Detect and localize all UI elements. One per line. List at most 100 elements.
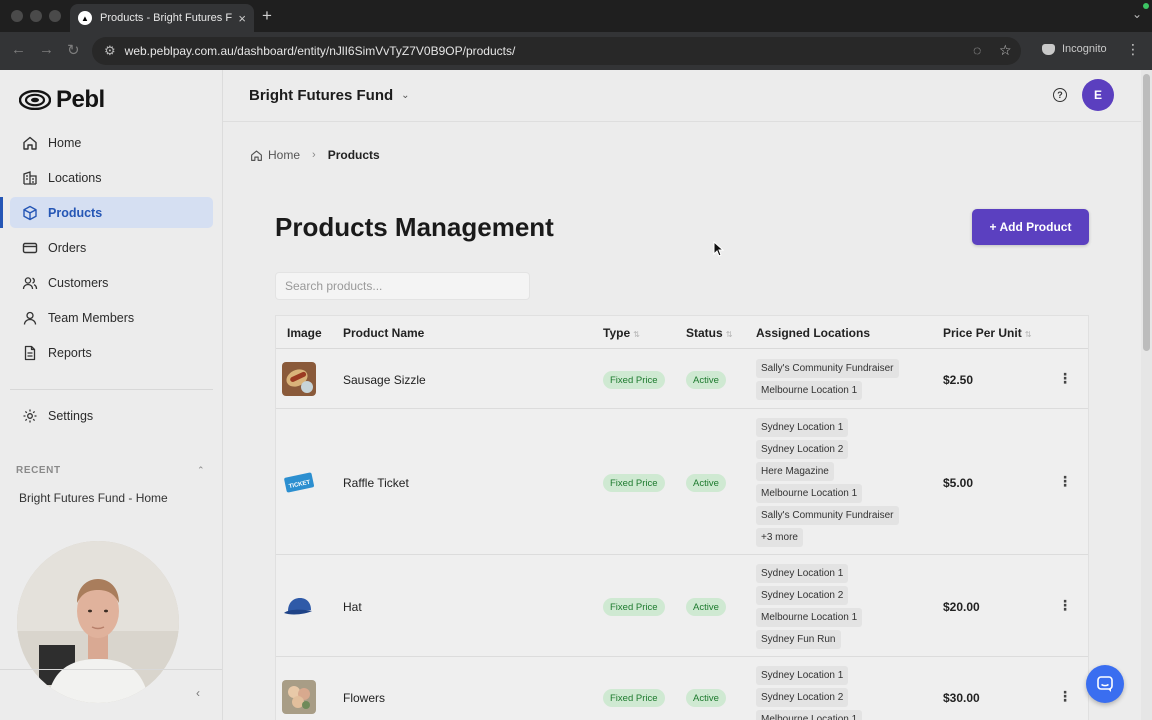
row-actions-kebab-icon[interactable]: ⋮ bbox=[1058, 688, 1072, 705]
search-input[interactable] bbox=[275, 272, 530, 300]
tab-search-chevron-icon[interactable]: ⌄ bbox=[1132, 7, 1142, 21]
product-name: Flowers bbox=[343, 691, 386, 705]
page-scrollbar[interactable] bbox=[1141, 70, 1152, 720]
product-image bbox=[282, 680, 316, 714]
incognito-icon bbox=[1042, 43, 1055, 55]
window-maximize-button[interactable] bbox=[49, 10, 61, 22]
browser-tabbar: ▲ Products - Bright Futures Fun × + ⌄ bbox=[0, 0, 1152, 32]
sidebar-item-settings[interactable]: Settings bbox=[10, 400, 213, 431]
scrollbar-thumb[interactable] bbox=[1143, 74, 1150, 351]
column-header-image: Image bbox=[287, 326, 322, 340]
type-badge: Fixed Price bbox=[603, 474, 665, 492]
users-icon bbox=[22, 276, 38, 289]
column-header-type[interactable]: Type ⇅ bbox=[603, 326, 640, 340]
main-content: Bright Futures Fund ⌄ ? E Home › Product… bbox=[223, 70, 1141, 720]
window-close-button[interactable] bbox=[11, 10, 23, 22]
status-badge: Active bbox=[686, 371, 726, 389]
support-chat-button[interactable] bbox=[1086, 665, 1124, 703]
sausage-sizzle-image-icon bbox=[282, 362, 316, 396]
sidebar-item-label: Team Members bbox=[48, 310, 135, 325]
more-locations-tag[interactable]: +3 more bbox=[756, 528, 803, 547]
sidebar-item-reports[interactable]: Reports bbox=[10, 337, 213, 368]
browser-tab-products[interactable]: ▲ Products - Bright Futures Fun × bbox=[70, 4, 254, 32]
chevron-up-icon[interactable]: ⌃ bbox=[197, 465, 205, 476]
sort-icon: ⇅ bbox=[1024, 330, 1032, 339]
brand-name: Pebl bbox=[56, 86, 105, 113]
sidebar-item-locations[interactable]: Locations bbox=[10, 162, 213, 193]
tab-close-icon[interactable]: × bbox=[238, 11, 246, 26]
price: $20.00 bbox=[943, 600, 980, 614]
location-tag: Sydney Location 1 bbox=[756, 418, 849, 437]
new-tab-icon[interactable]: + bbox=[262, 6, 272, 26]
entity-switcher[interactable]: Bright Futures Fund ⌄ bbox=[249, 87, 410, 104]
sort-icon: ⇅ bbox=[725, 330, 733, 339]
avatar[interactable]: E bbox=[1082, 79, 1114, 111]
column-header-status[interactable]: Status ⇅ bbox=[686, 326, 732, 340]
column-header-product-name[interactable]: Product Name bbox=[343, 326, 424, 340]
eye-off-icon[interactable]: ◌ bbox=[973, 42, 981, 58]
sidebar-item-label: Products bbox=[48, 205, 103, 220]
document-icon bbox=[24, 345, 36, 360]
type-badge: Fixed Price bbox=[603, 689, 665, 707]
type-badge: Fixed Price bbox=[603, 598, 665, 616]
sidebar-item-products[interactable]: Products bbox=[0, 197, 213, 228]
product-image bbox=[282, 362, 316, 396]
home-icon bbox=[23, 136, 37, 150]
location-tag: Sydney Location 2 bbox=[756, 688, 849, 707]
sidebar: Pebl Home Locations Products Orders Cust… bbox=[0, 70, 223, 720]
location-tag: Here Magazine bbox=[756, 462, 834, 481]
column-header-price-per-unit[interactable]: Price Per Unit ⇅ bbox=[943, 326, 1031, 340]
table-row[interactable]: Hat Fixed Price Active Sydney Location 1… bbox=[276, 556, 1088, 657]
location-tag: Sydney Location 2 bbox=[756, 440, 849, 459]
pebl-logo-mark-icon bbox=[19, 90, 51, 110]
sidebar-item-customers[interactable]: Customers bbox=[10, 267, 213, 298]
sidebar-item-label: Orders bbox=[48, 240, 87, 255]
presenter-video-icon bbox=[17, 541, 179, 703]
site-settings-icon[interactable]: ⚙ bbox=[104, 43, 116, 59]
sidebar-item-team-members[interactable]: Team Members bbox=[10, 302, 213, 333]
add-product-button[interactable]: + Add Product bbox=[972, 209, 1089, 245]
products-table: Image Product Name Type ⇅ Status ⇅ Assigne… bbox=[275, 315, 1089, 720]
browser-menu-icon[interactable]: ⋮ bbox=[1126, 41, 1140, 58]
table-row[interactable]: TICKET Raffle Ticket Fixed Price Active … bbox=[276, 410, 1088, 555]
status-badge: Active bbox=[686, 474, 726, 492]
pebl-logo[interactable]: Pebl bbox=[19, 86, 105, 114]
reload-icon[interactable]: ↻ bbox=[67, 41, 80, 59]
top-header: Bright Futures Fund ⌄ ? E bbox=[223, 70, 1141, 122]
sort-icon: ⇅ bbox=[633, 330, 640, 339]
location-tag: Sydney Location 1 bbox=[756, 564, 849, 583]
table-row[interactable]: Flowers Fixed Price Active Sydney Locati… bbox=[276, 658, 1088, 720]
sidebar-item-label: Customers bbox=[48, 275, 109, 290]
cube-icon bbox=[23, 205, 37, 220]
address-bar[interactable]: ⚙ web.peblpay.com.au/dashboard/entity/nJ… bbox=[92, 37, 1021, 65]
table-row[interactable]: Sausage Sizzle Fixed Price Active Sally'… bbox=[276, 350, 1088, 409]
window-minimize-button[interactable] bbox=[30, 10, 42, 22]
row-actions-kebab-icon[interactable]: ⋮ bbox=[1058, 473, 1072, 490]
collapse-sidebar-icon[interactable]: ‹ bbox=[196, 686, 200, 700]
recent-item[interactable]: Bright Futures Fund - Home bbox=[19, 491, 168, 505]
assigned-locations: Sydney Location 1 Sydney Location 2 Melb… bbox=[756, 563, 863, 651]
forward-arrow-icon[interactable]: → bbox=[39, 41, 54, 58]
price: $30.00 bbox=[943, 691, 980, 705]
sidebar-item-label: Locations bbox=[48, 170, 102, 185]
app-viewport: Pebl Home Locations Products Orders Cust… bbox=[0, 70, 1152, 720]
help-icon[interactable]: ? bbox=[1053, 88, 1067, 102]
sidebar-item-home[interactable]: Home bbox=[10, 127, 213, 158]
sidebar-item-orders[interactable]: Orders bbox=[10, 232, 213, 263]
row-actions-kebab-icon[interactable]: ⋮ bbox=[1058, 370, 1072, 387]
back-arrow-icon[interactable]: ← bbox=[11, 41, 26, 58]
product-name: Raffle Ticket bbox=[343, 476, 409, 490]
location-tag: Sydney Location 1 bbox=[756, 666, 849, 685]
location-tag: Sally's Community Fundraiser bbox=[756, 359, 899, 378]
favicon-icon: ▲ bbox=[78, 11, 92, 25]
assigned-locations: Sydney Location 1 Sydney Location 2 Melb… bbox=[756, 665, 863, 720]
bookmark-star-icon[interactable]: ☆ bbox=[999, 42, 1012, 59]
breadcrumb-home[interactable]: Home bbox=[268, 148, 300, 162]
incognito-indicator[interactable]: Incognito bbox=[1042, 43, 1107, 55]
breadcrumb: Home › Products bbox=[250, 148, 380, 162]
row-actions-kebab-icon[interactable]: ⋮ bbox=[1058, 597, 1072, 614]
page-title: Products Management bbox=[275, 212, 554, 242]
price: $2.50 bbox=[943, 373, 974, 387]
home-icon bbox=[251, 149, 262, 161]
table-header: Image Product Name Type ⇅ Status ⇅ Assigne… bbox=[276, 316, 1088, 349]
